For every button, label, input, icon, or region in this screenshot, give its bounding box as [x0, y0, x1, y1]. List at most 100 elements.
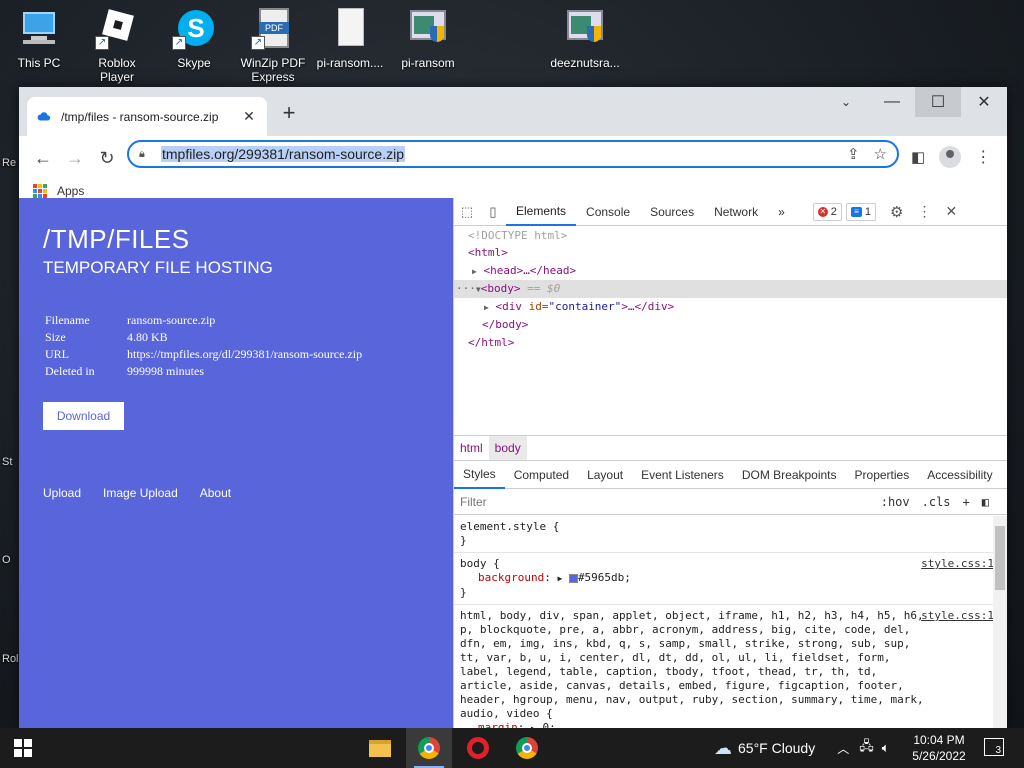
- prop-name: background: [478, 571, 545, 584]
- bookmark-star-icon[interactable]: ☆: [874, 145, 887, 163]
- menu-kebab-icon[interactable]: ⋮: [975, 147, 991, 167]
- forward-arrow-icon[interactable]: →: [59, 142, 91, 174]
- tab-dom-breakpoints[interactable]: DOM Breakpoints: [733, 461, 846, 489]
- weather-text[interactable]: 65°F Cloudy: [738, 740, 815, 756]
- url-text[interactable]: tmpfiles.org/299381/ransom-source.zip: [161, 146, 406, 162]
- maximize-button[interactable]: ☐: [915, 87, 961, 117]
- clock[interactable]: 10:04 PM 5/26/2022: [902, 732, 976, 764]
- close-window-button[interactable]: ✕: [961, 87, 1007, 117]
- tab-properties[interactable]: Properties: [846, 461, 919, 489]
- source-link[interactable]: style.css:1: [921, 557, 994, 571]
- desktop-icon-label: Skype: [177, 56, 211, 70]
- dom-html-open[interactable]: <html>: [454, 244, 1007, 261]
- dom-html-close[interactable]: </html>: [454, 334, 1007, 351]
- error-badge[interactable]: ✕ 2: [812, 202, 842, 221]
- hov-toggle[interactable]: :hov: [881, 495, 910, 509]
- reset-rule[interactable]: style.css:1 html, body, div, span, apple…: [454, 605, 994, 728]
- browser-tab[interactable]: /tmp/files - ransom-source.zip ✕: [27, 97, 267, 136]
- new-rule-button[interactable]: +: [963, 495, 970, 509]
- tab-styles[interactable]: Styles: [454, 461, 505, 489]
- volume-icon[interactable]: 🔈︎: [882, 740, 890, 756]
- source-link[interactable]: style.css:1: [921, 609, 994, 623]
- prop-value: #5965db;: [577, 571, 631, 584]
- show-hidden-icons[interactable]: ︿: [837, 740, 849, 757]
- dom-doctype[interactable]: <!DOCTYPE html>: [454, 227, 1007, 244]
- body-rule[interactable]: style.css:1 body { background: ▶ #5965db…: [454, 553, 994, 605]
- tab-console[interactable]: Console: [576, 198, 640, 226]
- tab-elements[interactable]: Elements: [506, 198, 577, 226]
- desktop-icon-this-pc[interactable]: This PC: [2, 6, 76, 70]
- taskbar-opera[interactable]: [455, 728, 501, 768]
- taskbar-chrome-2[interactable]: [504, 728, 550, 768]
- minimize-button[interactable]: —: [869, 87, 915, 117]
- expand-triangle-icon[interactable]: ▶: [484, 303, 489, 312]
- apps-bookmark[interactable]: Apps: [57, 184, 84, 198]
- color-swatch[interactable]: [568, 573, 578, 583]
- cls-toggle[interactable]: .cls: [922, 495, 951, 509]
- about-link[interactable]: About: [200, 486, 231, 500]
- tab-sources[interactable]: Sources: [640, 198, 704, 226]
- start-button[interactable]: [0, 728, 46, 768]
- css-property[interactable]: margin: ▶ 0;: [460, 721, 988, 728]
- share-icon[interactable]: ⇪: [847, 145, 860, 163]
- profile-avatar-icon[interactable]: [939, 146, 962, 168]
- tab-computed[interactable]: Computed: [505, 461, 578, 489]
- ellipsis-icon[interactable]: ···: [456, 282, 476, 295]
- inspect-element-icon[interactable]: ⬚: [454, 204, 480, 220]
- reload-icon[interactable]: ↻: [91, 142, 123, 174]
- tab-event-listeners[interactable]: Event Listeners: [632, 461, 733, 489]
- desktop-icon-pi-ransom-file[interactable]: pi-ransom....: [313, 6, 387, 70]
- tab-network[interactable]: Network: [704, 198, 768, 226]
- more-tabs-icon[interactable]: »: [768, 198, 795, 226]
- breadcrumb: html body: [454, 435, 1007, 461]
- tab-search-icon[interactable]: ⌄: [823, 87, 869, 117]
- new-tab-button[interactable]: +: [277, 100, 301, 126]
- filter-input[interactable]: Filter: [460, 495, 487, 509]
- notification-center-icon[interactable]: 3: [984, 738, 1004, 756]
- scrollbar-thumb[interactable]: [995, 526, 1005, 590]
- css-property[interactable]: background: ▶ #5965db;: [460, 571, 988, 586]
- crumb-html[interactable]: html: [454, 441, 489, 455]
- download-button[interactable]: Download: [43, 402, 124, 430]
- desktop-icon-deeznuts[interactable]: deeznutsra...: [548, 6, 622, 70]
- image-upload-link[interactable]: Image Upload: [103, 486, 178, 500]
- close-devtools-icon[interactable]: ✕: [946, 203, 958, 220]
- expand-triangle-icon[interactable]: ▶: [472, 267, 477, 276]
- dom-body-close[interactable]: </body>: [454, 316, 1007, 333]
- tab-accessibility[interactable]: Accessibility: [918, 461, 1001, 489]
- desktop-icon-skype[interactable]: S ↗ Skype: [157, 6, 231, 70]
- styles-scrollbar[interactable]: [993, 516, 1007, 728]
- dom-div-node[interactable]: ▶ <div id="container">…</div>: [454, 298, 1007, 316]
- clock-time: 10:04 PM: [913, 733, 965, 747]
- expand-triangle-icon[interactable]: ▶: [557, 574, 562, 583]
- desktop-icon-winzip[interactable]: PDF ↗ WinZip PDF Express: [236, 6, 310, 84]
- network-icon[interactable]: 🖧: [859, 737, 874, 759]
- message-badge[interactable]: ≡ 1: [845, 202, 877, 221]
- gear-icon[interactable]: ⚙: [890, 203, 903, 221]
- upload-link[interactable]: Upload: [43, 486, 81, 500]
- address-bar[interactable]: 🔒︎ tmpfiles.org/299381/ransom-source.zip…: [127, 140, 899, 168]
- tab-close-icon[interactable]: ✕: [241, 108, 257, 125]
- side-panel-icon[interactable]: ◧: [911, 148, 925, 166]
- browser-toolbar: ← → ↻ 🔒︎ tmpfiles.org/299381/ransom-sour…: [19, 136, 1007, 180]
- crumb-body[interactable]: body: [488, 436, 527, 460]
- dom-head-node[interactable]: ▶ <head>…</head>: [454, 262, 1007, 280]
- devtools-menu-icon[interactable]: ⋮: [918, 203, 932, 220]
- dom-body-node[interactable]: ···▼<body> == $0: [454, 279, 1007, 299]
- device-toolbar-icon[interactable]: ▯: [480, 204, 506, 220]
- folder-icon: [369, 739, 391, 757]
- element-style-rule[interactable]: element.style { }: [454, 516, 994, 553]
- apps-grid-icon[interactable]: [33, 184, 47, 198]
- toggle-sidebar-icon[interactable]: ◧: [982, 495, 989, 509]
- dom-tree: <!DOCTYPE html> <html> ▶ <head>…</head> …: [454, 227, 1007, 435]
- desktop-icon-roblox[interactable]: ↗ Roblox Player: [80, 6, 154, 84]
- info-row: Size 4.80 KB: [45, 329, 362, 346]
- info-key: Deleted in: [45, 364, 95, 378]
- tab-layout[interactable]: Layout: [578, 461, 632, 489]
- info-key: Filename: [45, 313, 90, 327]
- desktop-icon-pi-ransom[interactable]: pi-ransom: [391, 6, 465, 70]
- back-arrow-icon[interactable]: ←: [27, 142, 59, 174]
- winzip-pdf-icon: PDF ↗: [251, 6, 295, 50]
- taskbar-file-explorer[interactable]: [357, 728, 403, 768]
- taskbar-chrome[interactable]: [406, 728, 452, 768]
